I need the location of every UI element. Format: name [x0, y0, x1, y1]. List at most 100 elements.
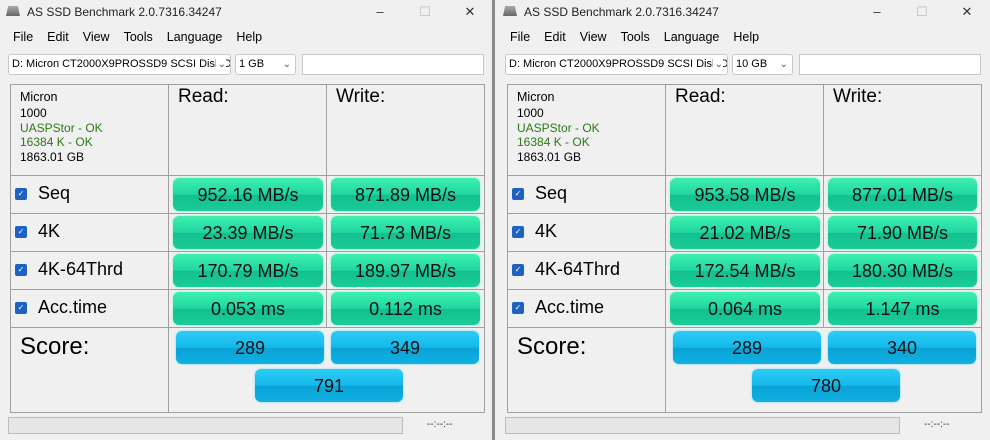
results-grid: Micron 1000 UASPStor - OK 16384 K - OK 1…: [10, 84, 485, 413]
chevron-down-icon: ⌄: [215, 55, 226, 74]
read-header: Read:: [666, 85, 824, 176]
write-result-4k-64thrd: 189.97 MB/s: [331, 254, 480, 287]
menu-help[interactable]: Help: [229, 30, 269, 44]
window-title: AS SSD Benchmark 2.0.7316.34247: [27, 5, 222, 19]
close-button[interactable]: ✕: [455, 2, 485, 22]
drive-select[interactable]: D: Micron CT2000X9PROSSD9 SCSI Disk Devi…: [8, 54, 231, 75]
write-header: Write:: [327, 85, 485, 176]
score-total: 791: [255, 369, 403, 402]
score-write: 340: [828, 331, 976, 364]
maximize-button[interactable]: ☐: [410, 2, 440, 22]
driver-status: UASPStor - OK: [517, 120, 600, 135]
read-cell: 0.053 ms: [169, 290, 327, 328]
checkbox-seq[interactable]: ✓: [512, 188, 524, 200]
read-cell: 953.58 MB/s: [666, 176, 824, 214]
drive-firmware: 1000: [517, 106, 544, 120]
row-label: 4K-64Thrd: [535, 259, 621, 279]
minimize-button[interactable]: –: [862, 2, 892, 22]
write-cell: 71.90 MB/s: [824, 214, 982, 252]
read-cell: 170.79 MB/s: [169, 252, 327, 290]
checkbox-4k[interactable]: ✓: [512, 226, 524, 238]
title-bar: AS SSD Benchmark 2.0.7316.34247 – ☐ ✕: [497, 0, 990, 24]
checkbox-seq[interactable]: ✓: [15, 188, 27, 200]
chevron-down-icon: ⌄: [280, 55, 291, 74]
drive-vendor: Micron: [20, 90, 58, 104]
score-area: 289 349 791: [169, 328, 485, 412]
menu-help[interactable]: Help: [726, 30, 766, 44]
menu-bar: File Edit View Tools Language Help: [6, 30, 269, 44]
score-read: 289: [176, 331, 324, 364]
write-result-acc-time: 1.147 ms: [828, 292, 977, 325]
drive-info: Micron 1000 UASPStor - OK 16384 K - OK 1…: [11, 85, 169, 176]
menu-file[interactable]: File: [6, 30, 40, 44]
write-header: Write:: [824, 85, 982, 176]
chevron-down-icon: ⌄: [712, 55, 723, 74]
row-4k: ✓ 4K: [11, 214, 169, 252]
drive-info: Micron 1000 UASPStor - OK 16384 K - OK 1…: [508, 85, 666, 176]
row-seq: ✓ Seq: [508, 176, 666, 214]
size-select[interactable]: 1 GB ⌄: [235, 54, 296, 75]
row-label: Acc.time: [38, 297, 108, 317]
read-cell: 172.54 MB/s: [666, 252, 824, 290]
menu-edit[interactable]: Edit: [40, 30, 76, 44]
checkbox-4k[interactable]: ✓: [15, 226, 27, 238]
row-4k: ✓ 4K: [508, 214, 666, 252]
driver-status: UASPStor - OK: [20, 120, 103, 135]
checkbox-acc-time[interactable]: ✓: [15, 302, 27, 314]
menu-language[interactable]: Language: [160, 30, 230, 44]
menu-edit[interactable]: Edit: [537, 30, 573, 44]
as-ssd-window: AS SSD Benchmark 2.0.7316.34247 – ☐ ✕ Fi…: [0, 0, 495, 440]
read-result-4k-64thrd: 172.54 MB/s: [670, 254, 820, 287]
drive-select-value: D: Micron CT2000X9PROSSD9 SCSI Disk Devi…: [509, 58, 728, 70]
status-input[interactable]: [302, 54, 484, 75]
read-result-4k: 23.39 MB/s: [173, 216, 323, 249]
size-select[interactable]: 10 GB ⌄: [732, 54, 793, 75]
elapsed-time: --:--:--: [427, 419, 453, 430]
status-input[interactable]: [799, 54, 981, 75]
write-result-seq: 871.89 MB/s: [331, 178, 480, 211]
menu-tools[interactable]: Tools: [117, 30, 160, 44]
menu-tools[interactable]: Tools: [614, 30, 657, 44]
drive-capacity: 1863.01 GB: [20, 149, 85, 164]
write-result-seq: 877.01 MB/s: [828, 178, 977, 211]
checkbox-4k-64thrd[interactable]: ✓: [15, 264, 27, 276]
menu-bar: File Edit View Tools Language Help: [503, 30, 766, 44]
title-bar: AS SSD Benchmark 2.0.7316.34247 – ☐ ✕: [0, 0, 492, 24]
menu-file[interactable]: File: [503, 30, 537, 44]
menu-view[interactable]: View: [573, 30, 614, 44]
score-total: 780: [752, 369, 900, 402]
row-acc-time: ✓ Acc.time: [508, 290, 666, 328]
write-cell: 0.112 ms: [327, 290, 485, 328]
read-result-seq: 952.16 MB/s: [173, 178, 323, 211]
menu-view[interactable]: View: [76, 30, 117, 44]
read-cell: 21.02 MB/s: [666, 214, 824, 252]
checkbox-4k-64thrd[interactable]: ✓: [512, 264, 524, 276]
checkbox-acc-time[interactable]: ✓: [512, 302, 524, 314]
read-result-seq: 953.58 MB/s: [670, 178, 820, 211]
menu-language[interactable]: Language: [657, 30, 727, 44]
row-4k-64thrd: ✓ 4K-64Thrd: [11, 252, 169, 290]
drive-select[interactable]: D: Micron CT2000X9PROSSD9 SCSI Disk Devi…: [505, 54, 728, 75]
elapsed-time: --:--:--: [924, 419, 950, 430]
write-cell: 877.01 MB/s: [824, 176, 982, 214]
drive-vendor: Micron: [517, 90, 555, 104]
write-cell: 871.89 MB/s: [327, 176, 485, 214]
write-cell: 71.73 MB/s: [327, 214, 485, 252]
write-cell: 180.30 MB/s: [824, 252, 982, 290]
progress-bar: [505, 417, 900, 434]
minimize-button[interactable]: –: [365, 2, 395, 22]
read-cell: 952.16 MB/s: [169, 176, 327, 214]
alignment-status: 16384 K - OK: [20, 135, 93, 149]
row-4k-64thrd: ✓ 4K-64Thrd: [508, 252, 666, 290]
size-select-value: 10 GB: [736, 58, 768, 70]
drive-capacity: 1863.01 GB: [517, 149, 582, 164]
maximize-button[interactable]: ☐: [907, 2, 937, 22]
row-label: 4K: [535, 221, 558, 241]
app-icon: [503, 6, 517, 16]
row-acc-time: ✓ Acc.time: [11, 290, 169, 328]
read-result-acc-time: 0.053 ms: [173, 292, 323, 325]
score-label: Score:: [508, 328, 666, 412]
close-button[interactable]: ✕: [952, 2, 982, 22]
score-area: 289 340 780: [666, 328, 982, 412]
row-label: Seq: [535, 183, 568, 203]
